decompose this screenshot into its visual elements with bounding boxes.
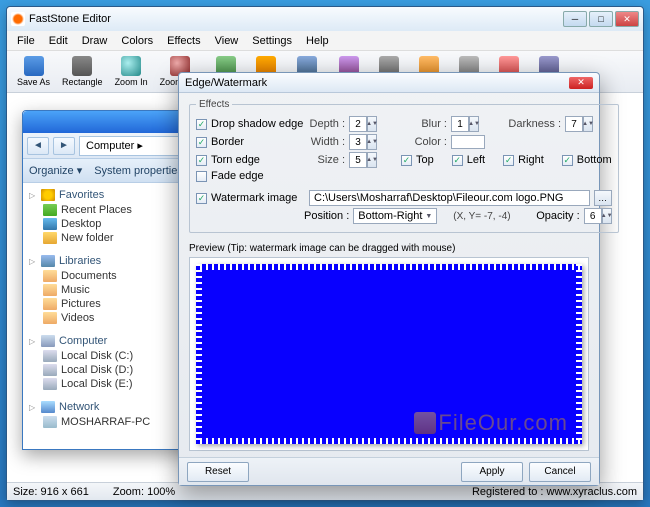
lib-icon [41,255,55,267]
maximize-button[interactable]: □ [589,11,613,27]
disk-icon [43,364,57,376]
preview-canvas[interactable]: FileOur.com [196,264,582,444]
right-checkbox[interactable]: ✓ [503,155,514,166]
blur-label: Blur : [411,118,447,130]
menu-bar: File Edit Draw Colors Effects View Setti… [7,31,643,51]
nav-forward-button[interactable]: ► [53,137,75,155]
menu-help[interactable]: Help [300,33,335,49]
darkness-label: Darkness : [505,118,561,130]
reset-button[interactable]: Reset [187,462,249,482]
watermark-logo-icon [414,412,436,434]
border-checkbox[interactable]: ✓ [196,137,207,148]
menu-edit[interactable]: Edit [43,33,74,49]
depth-label: Depth : [309,118,345,130]
color-picker[interactable] [451,135,485,149]
border-label: Border [211,136,305,148]
preview-area: FileOur.com [189,257,589,451]
dialog-titlebar[interactable]: Edge/Watermark ✕ [179,73,599,93]
menu-draw[interactable]: Draw [76,33,114,49]
menu-file[interactable]: File [11,33,41,49]
fold-icon [43,232,57,244]
watermark-checkbox[interactable]: ✓ [196,193,207,204]
preview-header: Preview (Tip: watermark image can be dra… [189,241,589,255]
opacity-input[interactable]: 6▲▼ [584,208,612,224]
app-icon [11,12,25,26]
status-zoom: Zoom: 100% [113,486,175,498]
net-icon [41,401,55,413]
drop-shadow-checkbox[interactable]: ✓ [196,119,207,130]
toolbar-rectangle[interactable]: Rectangle [56,54,109,89]
position-select[interactable]: Bottom-Right▼ [353,208,437,224]
right-label: Right [518,154,544,166]
width-input[interactable]: 3▲▼ [349,134,377,150]
pc-icon [43,416,57,428]
top-label: Top [416,154,434,166]
system-properties-link[interactable]: System properties [94,165,183,177]
depth-input[interactable]: 2▲▼ [349,116,377,132]
toolbar-zoom-in[interactable]: Zoom In [109,54,154,89]
watermark-label: Watermark image [211,192,305,204]
star-icon [41,189,55,201]
status-registered: Registered to : www.xyraclus.com [472,486,637,498]
apply-button[interactable]: Apply [461,462,523,482]
torn-edge-checkbox[interactable]: ✓ [196,155,207,166]
doc-icon [43,270,57,282]
vid-icon [43,312,57,324]
position-label: Position : [304,210,349,222]
bottom-label: Bottom [577,154,612,166]
disk-icon [43,378,57,390]
size-input[interactable]: 5▲▼ [349,152,377,168]
mus-icon [43,284,57,296]
title-bar[interactable]: FastStone Editor ─ □ ✕ [7,7,643,31]
watermark-path-input[interactable]: C:\Users\Mosharraf\Desktop\Fileour.com l… [309,190,590,206]
dialog-close-button[interactable]: ✕ [569,77,593,89]
nav-back-button[interactable]: ◄ [27,137,49,155]
position-coord: (X, Y= -7, -4) [453,211,510,222]
effects-legend: Effects [196,99,232,110]
toolbar-save-as[interactable]: Save As [11,54,56,89]
fade-edge-checkbox[interactable] [196,171,207,182]
fade-edge-label: Fade edge [211,170,305,182]
left-label: Left [467,154,485,166]
organize-menu[interactable]: Organize ▾ [29,164,82,177]
desk-icon [43,218,57,230]
app-title: FastStone Editor [29,13,111,25]
menu-colors[interactable]: Colors [115,33,159,49]
minimize-button[interactable]: ─ [563,11,587,27]
comp-icon [41,335,55,347]
menu-view[interactable]: View [209,33,245,49]
cancel-button[interactable]: Cancel [529,462,591,482]
darkness-input[interactable]: 7▲▼ [565,116,593,132]
size-label: Size : [309,154,345,166]
color-label: Color : [411,136,447,148]
rect-icon [72,56,92,76]
fav-icon [43,204,57,216]
dialog-title: Edge/Watermark [185,77,267,89]
bottom-checkbox[interactable]: ✓ [562,155,573,166]
zin-icon [121,56,141,76]
torn-edge-label: Torn edge [211,154,305,166]
save-icon [24,56,44,76]
preview-group: Preview (Tip: watermark image can be dra… [189,241,589,451]
dialog-button-bar: Reset Apply Cancel [179,457,599,485]
browse-button[interactable]: … [594,190,612,206]
menu-settings[interactable]: Settings [246,33,298,49]
opacity-label: Opacity : [536,210,579,222]
left-checkbox[interactable]: ✓ [452,155,463,166]
watermark-image[interactable]: FileOur.com [414,410,568,436]
watermark-text: FileOur.com [438,410,568,436]
drop-shadow-label: Drop shadow edge [211,118,305,130]
close-button[interactable]: ✕ [615,11,639,27]
width-label: Width : [309,136,345,148]
breadcrumb-computer[interactable]: Computer ▸ [86,139,143,152]
blur-input[interactable]: 1▲▼ [451,116,479,132]
edge-watermark-dialog: Edge/Watermark ✕ Effects ✓ Drop shadow e… [178,72,600,486]
disk-icon [43,350,57,362]
effects-group: Effects ✓ Drop shadow edge Depth : 2▲▼ B… [189,99,619,233]
top-checkbox[interactable]: ✓ [401,155,412,166]
menu-effects[interactable]: Effects [161,33,206,49]
status-size: Size: 916 x 661 [13,486,89,498]
pic-icon [43,298,57,310]
